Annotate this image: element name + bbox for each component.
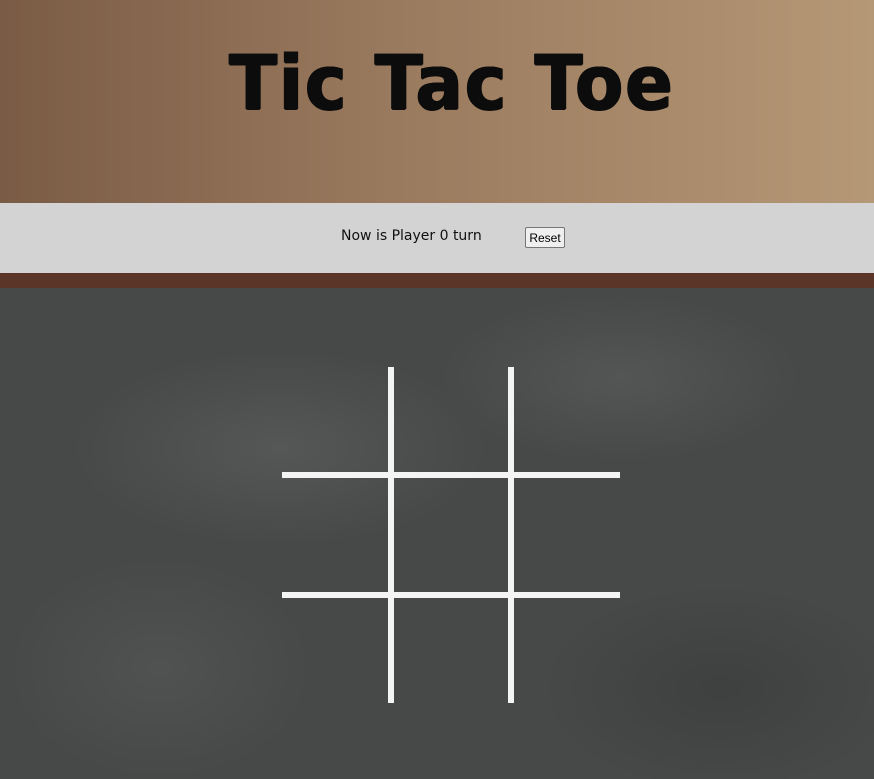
turn-status-text: Now is Player 0 turn <box>341 228 482 244</box>
board-cell[interactable] <box>516 601 624 709</box>
board-cell[interactable] <box>282 601 390 709</box>
board-cell[interactable] <box>396 481 504 589</box>
board-cell[interactable] <box>516 481 624 589</box>
page-title: Tic Tac Toe <box>229 38 675 128</box>
divider-bar <box>0 273 874 288</box>
reset-button[interactable]: Reset <box>525 227 565 248</box>
board-cell[interactable] <box>282 481 390 589</box>
board-cell[interactable] <box>282 367 390 475</box>
board-cell[interactable] <box>516 367 624 475</box>
board-cell[interactable] <box>396 367 504 475</box>
header: Tic Tac Toe <box>0 0 874 203</box>
board-cell[interactable] <box>396 601 504 709</box>
